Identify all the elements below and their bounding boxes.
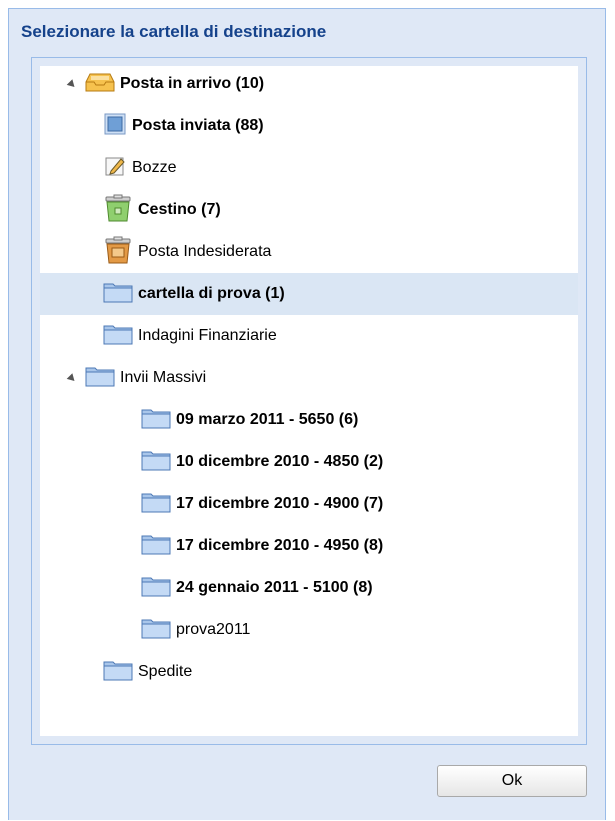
tree-node[interactable]: 17 dicembre 2010 - 4950 (8) (40, 525, 578, 567)
inbox-icon (84, 71, 116, 98)
junk-icon (102, 236, 134, 269)
folder-select-dialog: Selezionare la cartella di destinazione … (8, 8, 606, 820)
expand-arrow-icon[interactable] (66, 372, 78, 384)
tree-node-label: Spedite (138, 663, 193, 680)
button-bar: Ok (9, 745, 605, 821)
folder-icon (140, 448, 172, 477)
tree-node[interactable]: Cestino (7) (40, 189, 578, 231)
tree-node[interactable]: prova2011 (40, 609, 578, 651)
tree-node-label: 09 marzo 2011 - 5650 (6) (176, 411, 359, 428)
tree-node[interactable]: Posta inviata (88) (40, 105, 578, 147)
tree-node-label: 10 dicembre 2010 - 4850 (2) (176, 453, 384, 470)
folder-icon (140, 532, 172, 561)
tree-node[interactable]: Posta Indesiderata (40, 231, 578, 273)
tree-node-label: 17 dicembre 2010 - 4950 (8) (176, 537, 384, 554)
dialog-titlebar: Selezionare la cartella di destinazione (9, 9, 605, 55)
dialog-title: Selezionare la cartella di destinazione (21, 22, 327, 41)
expand-arrow-icon[interactable] (66, 78, 78, 90)
tree-node-label: cartella di prova (1) (138, 285, 285, 302)
tree-node[interactable]: Bozze (40, 147, 578, 189)
folder-tree[interactable]: Posta in arrivo (10) Posta inviata (88) Bo… (40, 66, 578, 736)
tree-node-label: Cestino (7) (138, 201, 221, 218)
tree-node[interactable]: 09 marzo 2011 - 5650 (6) (40, 399, 578, 441)
tree-node[interactable]: Spedite (40, 651, 578, 693)
tree-node[interactable]: 24 gennaio 2011 - 5100 (8) (40, 567, 578, 609)
tree-node-label: Posta inviata (88) (132, 117, 264, 134)
folder-icon (140, 406, 172, 435)
tree-node[interactable]: 10 dicembre 2010 - 4850 (2) (40, 441, 578, 483)
ok-button[interactable]: Ok (437, 765, 587, 797)
tree-node-label: Bozze (132, 159, 177, 176)
tree-node[interactable]: Invii Massivi (40, 357, 578, 399)
folder-icon (140, 574, 172, 603)
trash-icon (102, 194, 134, 227)
tree-node-label: Invii Massivi (120, 369, 207, 386)
folder-icon (102, 322, 134, 351)
sent-icon (102, 111, 128, 142)
tree-node[interactable]: Indagini Finanziarie (40, 315, 578, 357)
tree-node-label: Indagini Finanziarie (138, 327, 277, 344)
tree-node-label: 17 dicembre 2010 - 4900 (7) (176, 495, 384, 512)
tree-node[interactable]: Posta in arrivo (10) (40, 66, 578, 105)
folder-icon (140, 616, 172, 645)
drafts-icon (102, 153, 128, 184)
tree-node[interactable]: 17 dicembre 2010 - 4900 (7) (40, 483, 578, 525)
tree-panel: Posta in arrivo (10) Posta inviata (88) Bo… (31, 57, 587, 745)
tree-node-label: prova2011 (176, 621, 251, 638)
folder-icon (84, 364, 116, 393)
tree-node[interactable]: cartella di prova (1) (40, 273, 578, 315)
folder-icon (102, 280, 134, 309)
tree-node-label: 24 gennaio 2011 - 5100 (8) (176, 579, 373, 596)
tree-node-label: Posta Indesiderata (138, 243, 272, 260)
tree-node-label: Posta in arrivo (10) (120, 75, 265, 92)
folder-icon (102, 658, 134, 687)
folder-icon (140, 490, 172, 519)
